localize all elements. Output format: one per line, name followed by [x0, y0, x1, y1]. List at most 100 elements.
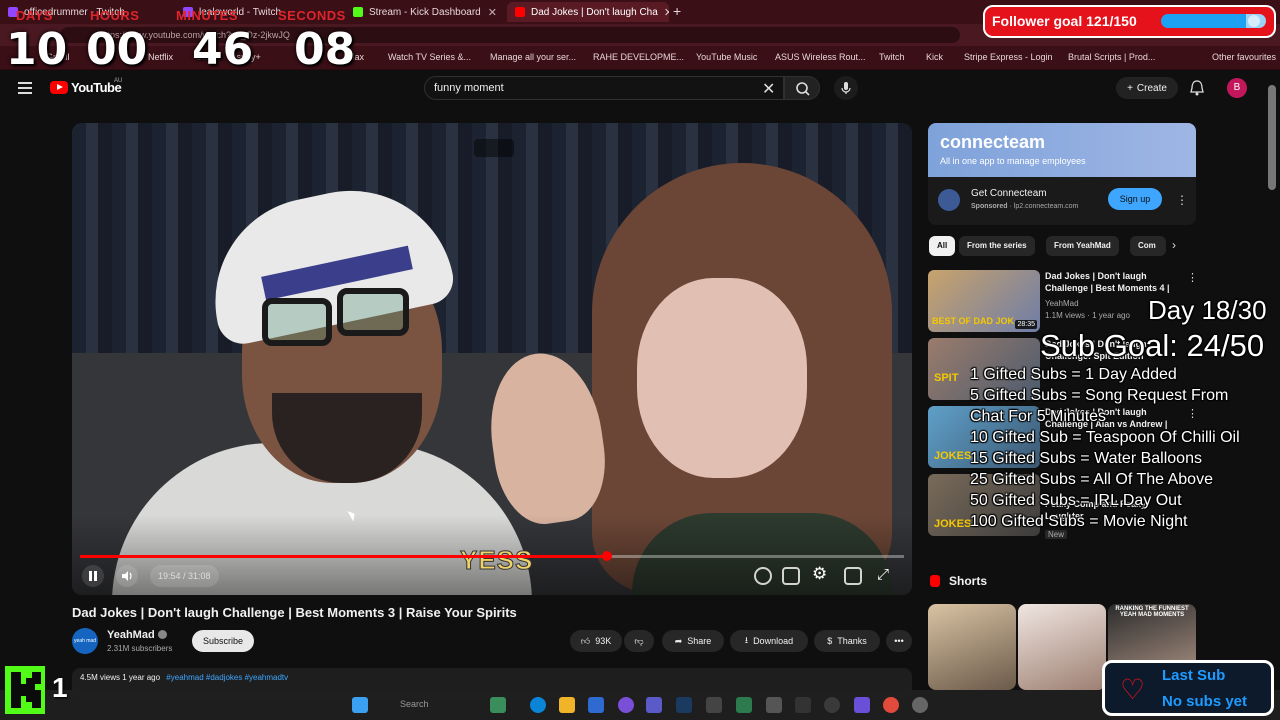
settings-gear-icon[interactable]: ⚙ [812, 564, 827, 584]
bookmark-item[interactable]: Kick [926, 52, 943, 62]
channel-avatar[interactable]: yeah mad [72, 628, 98, 654]
like-button[interactable]: 👍︎ 93K [570, 630, 622, 652]
hashtags[interactable]: #yeahmad #dadjokes #yeahmadtv [166, 673, 288, 682]
short-caption: RANKING THE FUNNIEST YEAH MAD MOMENTS [1115, 606, 1189, 618]
bookmark-item[interactable]: Manage all your ser... [490, 52, 576, 62]
kick-logo-icon [5, 666, 45, 714]
channel-name[interactable]: YeahMad [107, 629, 167, 641]
autoplay-toggle[interactable] [754, 567, 772, 585]
subtitles-icon[interactable] [782, 567, 800, 585]
other-favourites[interactable]: Other favourites [1212, 52, 1276, 62]
store-icon[interactable] [588, 697, 604, 713]
download-button[interactable]: ⭳ Download [730, 630, 808, 652]
app-icon[interactable] [766, 697, 782, 713]
miniplayer-icon[interactable] [474, 139, 514, 157]
search-button[interactable] [784, 76, 820, 100]
share-button[interactable]: ➦ Share [662, 630, 724, 652]
voice-search-button[interactable] [834, 76, 858, 100]
thumbnail-caption: JOKES [934, 450, 972, 462]
timer-label-minutes: MINUTES [176, 8, 238, 23]
notifications-bell-icon[interactable] [1190, 80, 1204, 96]
app-icon[interactable] [824, 697, 840, 713]
page-scrollbar[interactable] [1268, 85, 1276, 190]
more-vertical-icon[interactable]: ⋮ [1187, 407, 1198, 420]
bookmark-item[interactable]: Brutal Scripts | Prod... [1068, 52, 1155, 62]
follower-goal-text: Follower goal 121/150 [992, 13, 1137, 29]
app-icon[interactable] [706, 697, 722, 713]
bookmark-item[interactable]: Twitch [879, 52, 905, 62]
chip-all[interactable]: All [929, 236, 956, 256]
edge-icon[interactable] [530, 697, 546, 713]
chip-from-channel[interactable]: From YeahMad [1046, 236, 1119, 256]
thanks-button[interactable]: $ Thanks [814, 630, 880, 652]
bookmark-item[interactable]: Netflix [148, 52, 173, 62]
thumbnail-caption: JOKES [934, 518, 972, 530]
reward-line: Chat For 5 Minutes [970, 408, 1107, 425]
share-icon: ➦ [674, 635, 683, 646]
more-vertical-icon[interactable]: ⋮ [1176, 193, 1188, 207]
thumbs-down-icon: 👎︎ [634, 635, 644, 646]
account-avatar[interactable]: B [1227, 78, 1247, 98]
subscribe-button[interactable]: Subscribe [192, 630, 254, 652]
signup-button[interactable]: Sign up [1108, 188, 1162, 210]
bookmark-item[interactable]: Stripe Express - Login [964, 52, 1053, 62]
search-input[interactable]: funny moment [424, 76, 784, 100]
chip-from-series[interactable]: From the series [959, 236, 1035, 256]
youtube-logo-icon[interactable] [50, 81, 68, 94]
close-tab-icon[interactable]: ✕ [664, 6, 669, 19]
short-thumbnail[interactable] [1018, 604, 1106, 690]
chip-comedy[interactable]: Com [1130, 236, 1166, 256]
related-title[interactable]: Dad Jokes | Don't laugh Challenge | Best… [1045, 270, 1175, 294]
create-button[interactable]: + Create [1116, 77, 1178, 99]
kick-viewer-count: 1 [52, 672, 68, 703]
app-icon[interactable] [795, 697, 811, 713]
new-tab-button[interactable]: + [673, 3, 681, 19]
channel-name-text: YeahMad [107, 629, 155, 641]
close-tab-icon[interactable]: ✕ [488, 6, 497, 19]
dislike-button[interactable]: 👎︎ [624, 630, 654, 652]
sponsored-label: Sponsored [971, 203, 1008, 210]
browser-tab-active[interactable]: Dad Jokes | Don't laugh Cha ✕ [507, 2, 669, 22]
app-icon[interactable] [490, 697, 506, 713]
more-vertical-icon[interactable]: ⋮ [1187, 271, 1198, 284]
bookmark-item[interactable]: Watch TV Series &... [388, 52, 471, 62]
ad-brand: connecteam [940, 132, 1046, 152]
related-channel[interactable]: YeahMad [1045, 299, 1079, 308]
ad-card[interactable]: connecteam All in one app to manage empl… [928, 123, 1196, 225]
verified-badge-icon [157, 630, 167, 639]
bookmark-item[interactable]: RAHE DEVELOPME... [593, 52, 684, 62]
clear-search-icon[interactable]: ✕ [762, 79, 775, 99]
file-explorer-icon[interactable] [559, 697, 575, 713]
app-icon[interactable] [646, 697, 662, 713]
taskbar-search[interactable]: Search [378, 696, 478, 714]
ad-title: Get Connecteam [971, 188, 1047, 199]
volume-button[interactable] [116, 565, 138, 587]
last-sub-value: No subs yet [1162, 693, 1248, 710]
last-sub-title: Last Sub [1162, 667, 1226, 684]
app-icon[interactable] [618, 697, 634, 713]
pause-button[interactable] [82, 565, 104, 587]
app-icon[interactable] [736, 697, 752, 713]
timer-hours: 00 [86, 24, 148, 75]
miniplayer-button[interactable] [844, 567, 862, 585]
ad-domain: lp2.connecteam.com [1013, 203, 1079, 210]
timer-label-days: DAYS [16, 8, 53, 23]
menu-icon[interactable] [18, 82, 32, 94]
browser-tab[interactable]: Stream - Kick Dashboard ✕ [345, 2, 505, 22]
app-icon[interactable] [854, 697, 870, 713]
kick-icon [353, 7, 363, 17]
windows-start-icon[interactable] [352, 697, 368, 713]
short-thumbnail[interactable] [928, 604, 1016, 690]
fullscreen-icon[interactable]: ⤢ [877, 566, 889, 583]
video-player[interactable]: YESS 19:54 / 31:08 ⚙ ⤢ [72, 123, 912, 595]
related-thumbnail[interactable]: BEST OF DAD JOK 28:35 [928, 270, 1040, 332]
steam-icon[interactable] [676, 697, 692, 713]
progress-scrubber[interactable] [602, 551, 612, 561]
timer-days: 10 [6, 24, 68, 75]
app-icon[interactable] [912, 697, 928, 713]
bookmark-item[interactable]: YouTube Music [696, 52, 757, 62]
bookmark-item[interactable]: ASUS Wireless Rout... [775, 52, 866, 62]
chrome-icon[interactable] [883, 697, 899, 713]
chevron-right-icon[interactable]: › [1172, 238, 1176, 252]
more-actions-button[interactable]: ••• [886, 630, 912, 652]
